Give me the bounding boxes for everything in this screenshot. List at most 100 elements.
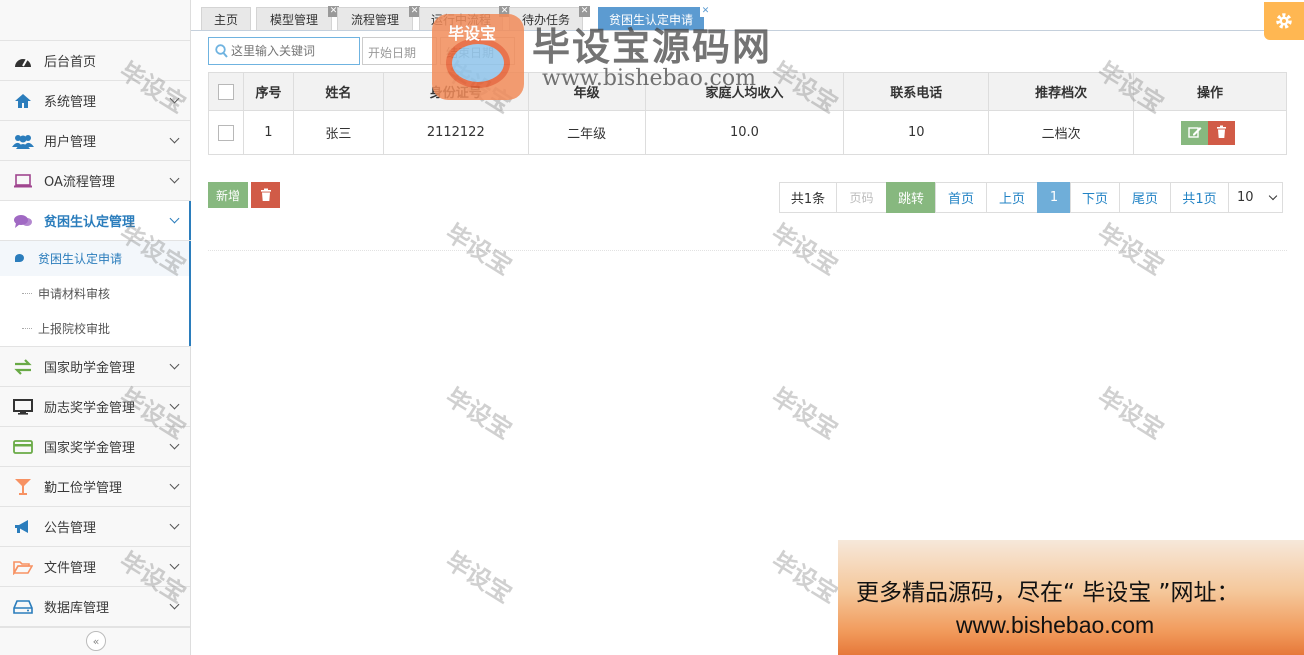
prev-page-button[interactable]: 上页 [986, 182, 1038, 213]
chevron-down-icon [169, 173, 180, 184]
last-label: 尾页 [1131, 192, 1158, 207]
tab-todo[interactable]: 待办任务 ✕ [509, 6, 590, 30]
tab-bar: 主页 模型管理 ✕ 流程管理 ✕ 运行中流程 ✕ 待办任务 ✕ 贫困生认定申请 … [191, 0, 1304, 31]
table-row: 1 张三 2112122 二年级 10.0 10 二档次 [208, 110, 1287, 155]
column-header[interactable]: 身份证号 [382, 72, 529, 111]
tab-home[interactable]: 主页 [201, 7, 251, 30]
submenu-item-approve[interactable]: 上报院校审批 [0, 311, 190, 346]
sidebar-shortcuts [0, 0, 190, 41]
close-icon[interactable]: ✕ [579, 6, 590, 17]
collapse-sidebar-icon[interactable]: « [86, 631, 106, 651]
page-number-input[interactable]: 页码 [836, 182, 887, 213]
chevron-down-icon [169, 599, 180, 610]
search-icon [215, 44, 228, 58]
glass-icon [12, 478, 34, 496]
tab-label: 流程管理 [350, 13, 399, 27]
sidebar-item-dashboard[interactable]: 后台首页 [0, 41, 190, 81]
add-button[interactable]: 新增 [208, 182, 248, 208]
divider [208, 250, 1287, 251]
prev-label: 上页 [998, 192, 1025, 207]
end-date-placeholder: 结束日期 [446, 46, 495, 60]
sidebar-item-label: 系统管理 [44, 95, 97, 110]
data-table: 序号 姓名 身份证号 年级 家庭人均收入 联系电话 推荐档次 操作 1 张三 2… [208, 72, 1287, 155]
row-checkbox[interactable] [217, 124, 234, 141]
sidebar-item-users[interactable]: 用户管理 [0, 121, 190, 161]
submenu-item-review[interactable]: 申请材料审核 [0, 276, 190, 311]
hdd-icon [12, 598, 34, 616]
search-input[interactable] [231, 38, 356, 64]
tab-label: 待办任务 [521, 13, 570, 27]
dashboard-icon [12, 52, 34, 70]
jump-button[interactable]: 跳转 [886, 182, 936, 213]
sidebar-item-label: 贫困生认定管理 [44, 215, 136, 230]
column-header[interactable]: 家庭人均收入 [644, 72, 845, 111]
column-header[interactable]: 序号 [242, 72, 294, 111]
sidebar-item-label: 勤工俭学管理 [44, 481, 123, 496]
promo-line-2: www.bishebao.com [956, 612, 1155, 638]
submenu-item-apply[interactable]: 贫困生认定申请 [0, 241, 190, 276]
edit-button[interactable] [1181, 120, 1209, 145]
delete-button[interactable] [1208, 120, 1236, 145]
chevron-down-icon [169, 559, 180, 570]
pager-total: 共1条 [779, 182, 837, 213]
sidebar-item-notice[interactable]: 公告管理 [0, 507, 190, 547]
page-size-value: 10 [1237, 190, 1254, 205]
sidebar-item-label: 国家奖学金管理 [44, 441, 136, 456]
watermark: 毕设宝 [1092, 382, 1169, 445]
tab-label: 主页 [213, 13, 238, 27]
column-header[interactable]: 联系电话 [843, 72, 990, 111]
tab-running[interactable]: 运行中流程 ✕ [419, 6, 510, 30]
desktop-icon [12, 398, 34, 416]
current-page-button[interactable]: 1 [1037, 182, 1071, 213]
sidebar-item-database[interactable]: 数据库管理 [0, 587, 190, 627]
sidebar-item-label: 后台首页 [44, 55, 97, 70]
tab-poverty-apply[interactable]: 贫困生认定申请 ✕ [598, 6, 711, 30]
folder-open-icon [12, 558, 34, 576]
chevron-down-icon [169, 213, 180, 224]
chevron-down-icon [169, 359, 180, 370]
last-page-button[interactable]: 尾页 [1119, 182, 1171, 213]
pager-total-text: 共1条 [790, 192, 826, 207]
promo-line-1: 更多精品源码，尽在“ 毕设宝 ”网址： [856, 580, 1240, 606]
pager-pages-text: 共1页 [1182, 192, 1217, 207]
cell-phone: 10 [843, 110, 990, 155]
sidebar-item-oa[interactable]: OA流程管理 [0, 161, 190, 201]
watermark: 毕设宝 [440, 218, 517, 281]
start-date-input[interactable]: 开始日期 [362, 37, 437, 65]
settings-button[interactable] [1264, 2, 1304, 40]
cell-index: 1 [242, 110, 294, 155]
sidebar-item-workstudy[interactable]: 勤工俭学管理 [0, 467, 190, 507]
batch-delete-button[interactable] [251, 182, 280, 208]
cell-name: 张三 [292, 110, 384, 155]
end-date-input[interactable]: 结束日期 [440, 37, 515, 65]
next-label: 下页 [1081, 192, 1108, 207]
search-field[interactable] [208, 37, 360, 65]
chevron-down-icon [169, 93, 180, 104]
sidebar-item-label: OA流程管理 [44, 175, 115, 190]
tab-model[interactable]: 模型管理 ✕ [256, 6, 339, 30]
sidebar-item-files[interactable]: 文件管理 [0, 547, 190, 587]
close-icon[interactable]: ✕ [700, 6, 711, 17]
tab-process[interactable]: 流程管理 ✕ [337, 6, 420, 30]
sidebar-item-national[interactable]: 国家奖学金管理 [0, 427, 190, 467]
column-header: 操作 [1133, 72, 1287, 111]
sidebar-item-system[interactable]: 系统管理 [0, 81, 190, 121]
select-all-cell [208, 72, 244, 111]
first-page-button[interactable]: 首页 [935, 182, 987, 213]
select-all-checkbox[interactable] [217, 83, 234, 100]
next-page-button[interactable]: 下页 [1070, 182, 1120, 213]
sidebar-item-poverty[interactable]: 贫困生认定管理 [0, 201, 191, 241]
watermark: 毕设宝 [440, 546, 517, 609]
column-header[interactable]: 姓名 [292, 72, 384, 111]
sidebar-item-grant[interactable]: 国家助学金管理 [0, 347, 190, 387]
column-header[interactable]: 推荐档次 [988, 72, 1135, 111]
table-header-row: 序号 姓名 身份证号 年级 家庭人均收入 联系电话 推荐档次 操作 [208, 72, 1287, 111]
promo-banner: 更多精品源码，尽在“ 毕设宝 ”网址： www.bishebao.com [838, 540, 1304, 655]
page-size-select[interactable]: 10 [1228, 182, 1283, 213]
row-select-cell [208, 110, 244, 155]
column-header[interactable]: 年级 [527, 72, 646, 111]
submenu-item-label: 贫困生认定申请 [38, 252, 123, 266]
home-icon [12, 92, 34, 110]
sidebar-item-inspire[interactable]: 励志奖学金管理 [0, 387, 190, 427]
pager-pages: 共1页 [1170, 182, 1229, 213]
